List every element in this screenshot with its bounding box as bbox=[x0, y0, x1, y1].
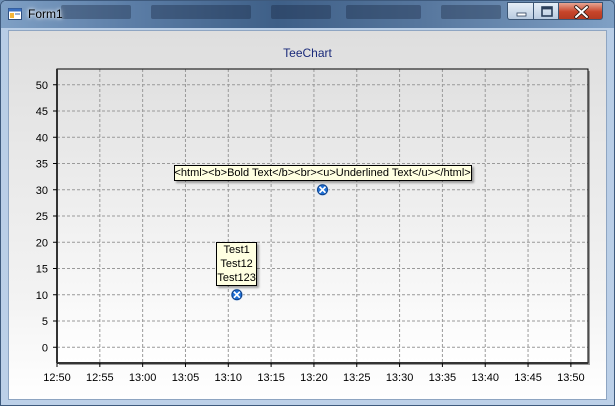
close-icon bbox=[574, 5, 589, 19]
y-tick-label: 25 bbox=[36, 211, 48, 223]
y-tick-label: 10 bbox=[36, 290, 48, 302]
y-tick-label: 35 bbox=[36, 159, 48, 171]
blurred-background bbox=[271, 5, 331, 19]
x-tick-label: 13:30 bbox=[386, 372, 414, 384]
x-tick-label: 12:55 bbox=[86, 372, 114, 384]
annotation-text: Test12 bbox=[220, 257, 253, 270]
annotation-text: <html><b>Bold Text</b><br><u>Underlined … bbox=[174, 166, 471, 179]
point-annotation: Test1 Test12 Test123 bbox=[216, 241, 257, 286]
x-tick-label: 13:20 bbox=[300, 372, 328, 384]
x-tick-label: 13:00 bbox=[129, 372, 157, 384]
blurred-background bbox=[151, 5, 251, 19]
form-app-icon[interactable] bbox=[8, 8, 22, 20]
blurred-background bbox=[61, 5, 131, 19]
x-tick-label: 13:25 bbox=[343, 372, 371, 384]
maximize-icon bbox=[541, 6, 553, 17]
y-tick-label: 45 bbox=[36, 106, 48, 118]
x-tick-label: 13:50 bbox=[557, 372, 585, 384]
minimize-button[interactable] bbox=[507, 2, 534, 20]
x-tick-label: 13:35 bbox=[429, 372, 457, 384]
x-tick-label: 12:50 bbox=[43, 372, 71, 384]
maximize-button[interactable] bbox=[533, 2, 559, 20]
y-tick-label: 0 bbox=[42, 342, 48, 354]
y-tick-label: 50 bbox=[36, 80, 48, 92]
window-title: Form1 bbox=[28, 7, 63, 21]
chart-plot[interactable]: 0 5 10 15 20 25 30 35 40 45 50 12:50 12:55 13:00 13:05… bbox=[9, 31, 606, 399]
annotation-text: Test1 bbox=[223, 243, 250, 256]
y-tick-label: 15 bbox=[36, 264, 48, 276]
x-tick-label: 13:45 bbox=[514, 372, 542, 384]
y-tick-label: 20 bbox=[36, 237, 48, 249]
x-tick-label: 13:10 bbox=[215, 372, 243, 384]
x-tick-label: 13:05 bbox=[172, 372, 200, 384]
point-annotation: <html><b>Bold Text</b><br><u>Underlined … bbox=[173, 164, 472, 181]
title-bar[interactable]: Form1 bbox=[1, 1, 614, 28]
blurred-background bbox=[346, 5, 421, 19]
y-tick-label: 30 bbox=[36, 185, 48, 197]
app-window: Form1 TeeChart 0 5 10 15 20 25 30 35 40 45 50 12:50… bbox=[0, 0, 615, 406]
blurred-background bbox=[441, 5, 501, 19]
x-tick-label: 13:15 bbox=[257, 372, 285, 384]
y-tick-label: 40 bbox=[36, 132, 48, 144]
y-tick-label: 5 bbox=[42, 316, 48, 328]
minimize-icon bbox=[516, 12, 527, 17]
form-client-area: TeeChart 0 5 10 15 20 25 30 35 40 45 50 12:50 12:55 1… bbox=[8, 30, 607, 400]
x-tick-label: 13:40 bbox=[471, 372, 499, 384]
annotation-text: Test123 bbox=[217, 271, 256, 284]
close-button[interactable] bbox=[558, 2, 603, 20]
